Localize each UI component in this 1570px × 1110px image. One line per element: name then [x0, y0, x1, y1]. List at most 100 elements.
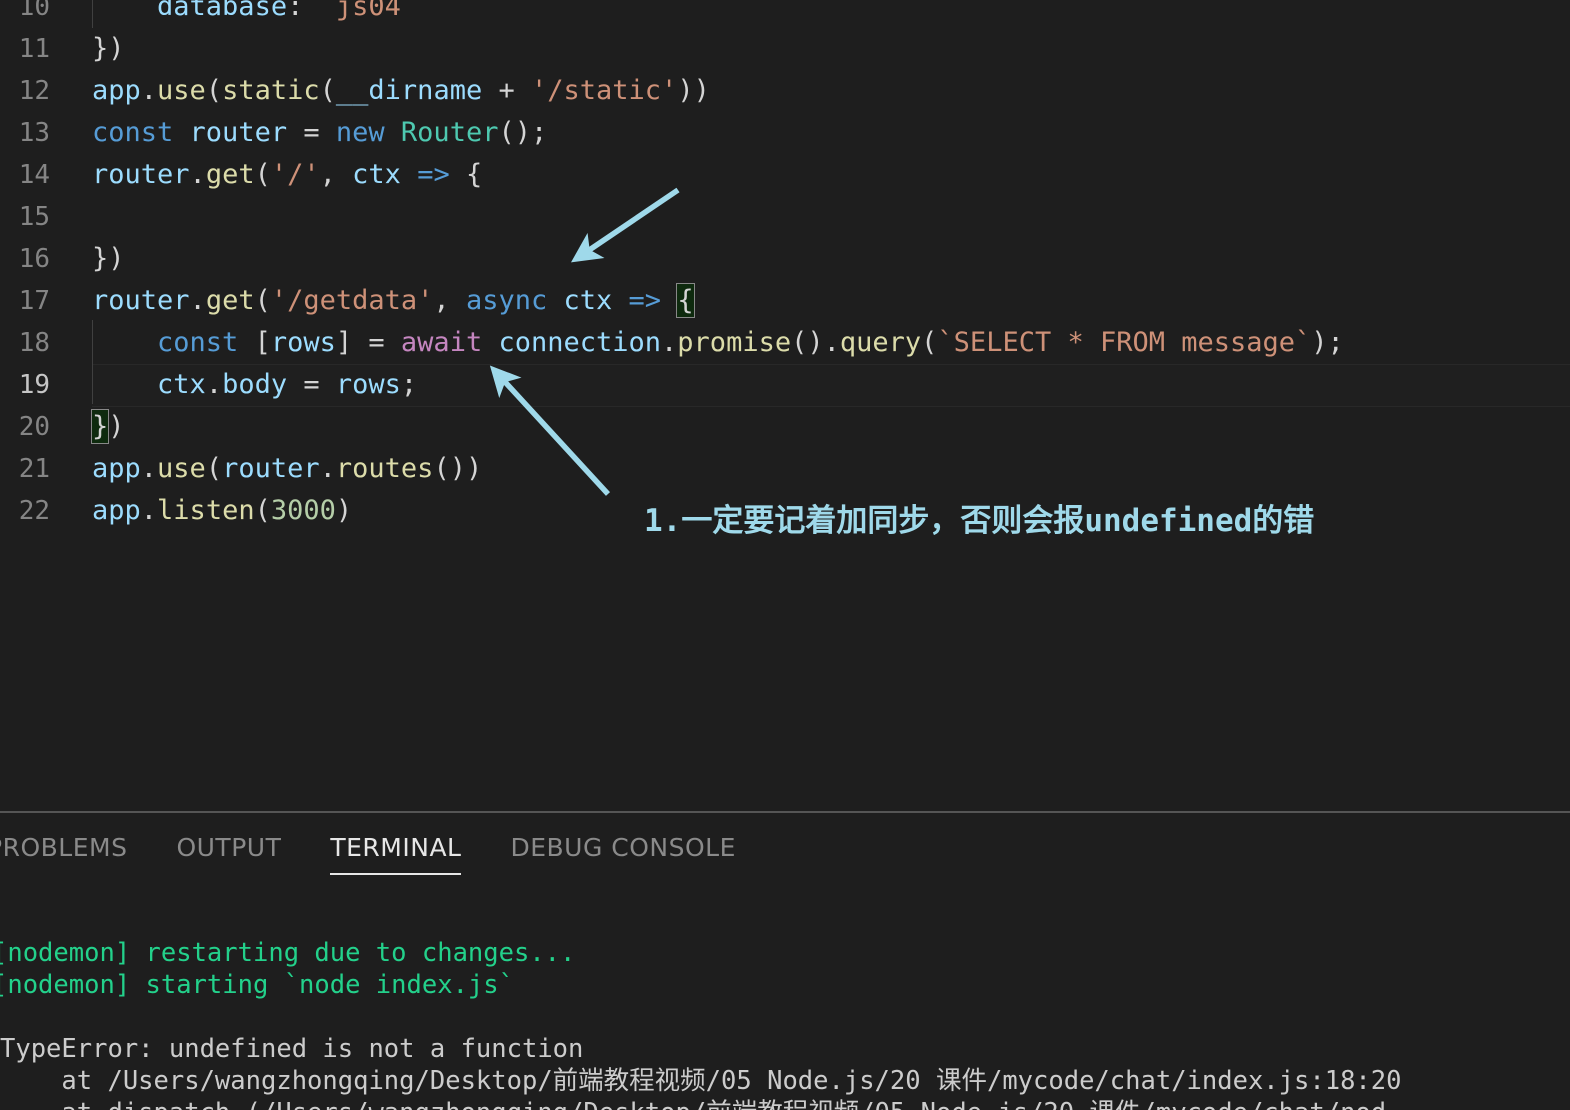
code-token: get: [205, 159, 255, 190]
code-token: router: [92, 159, 190, 190]
code-line[interactable]: 18 const [rows] = await connection.promi…: [0, 322, 1570, 364]
terminal-line: [nodemon] restarting due to changes...: [0, 938, 576, 968]
code-token: query: [839, 327, 922, 358]
code-token: .: [205, 369, 223, 400]
panel-tab-terminal[interactable]: TERMINAL: [330, 813, 462, 883]
code-token: .: [140, 75, 158, 106]
panel-tab-output[interactable]: OUTPUT: [176, 813, 281, 883]
code-token: .: [319, 453, 336, 484]
code-line-content: app.listen(3000): [92, 490, 352, 532]
terminal-line: at /Users/wangzhongqing/Desktop/前端教程视频/0…: [0, 1066, 1402, 1096]
code-line[interactable]: 12 app.use(static(__dirname + '/static')): [0, 70, 1570, 112]
code-token: }): [92, 33, 125, 64]
code-token: `SELECT * FROM message`: [937, 327, 1312, 358]
code-token: const: [157, 327, 239, 358]
code-token: rows: [270, 327, 336, 358]
code-token: );: [1311, 327, 1344, 358]
code-token: routes: [335, 453, 434, 484]
code-token: body: [222, 369, 288, 400]
code-token: =: [287, 117, 336, 148]
code-line[interactable]: 21 app.use(router.routes()): [0, 448, 1570, 490]
code-line-content: app.use(router.routes()): [92, 448, 482, 490]
code-token: =: [352, 327, 401, 358]
bottom-panel[interactable]: PROBLEMS OUTPUT TERMINAL DEBUG CONSOLE [nod…: [0, 811, 1570, 1110]
code-token: ,: [433, 285, 466, 316]
code-token: :: [287, 0, 320, 22]
code-line-content: }): [92, 28, 125, 70]
line-number: 10: [18, 0, 50, 22]
code-line[interactable]: 13 const router = new Router();: [0, 112, 1570, 154]
code-token: [: [254, 327, 271, 358]
code-token: ): [335, 495, 353, 526]
line-number: 20: [18, 412, 50, 442]
code-line-content: router.get('/getdata', async ctx => {: [92, 280, 695, 322]
code-token: =>: [628, 285, 662, 316]
code-token: app: [92, 453, 141, 484]
code-line[interactable]: 22 app.listen(3000): [0, 490, 1570, 532]
line-number: 16: [18, 244, 50, 274]
code-token: const: [92, 117, 174, 148]
code-line[interactable]: 17 router.get('/getdata', async ctx => {: [0, 280, 1570, 322]
code-token: '/getdata': [270, 285, 434, 316]
code-line[interactable]: 14 router.get('/', ctx => {: [0, 154, 1570, 196]
code-token: .: [140, 495, 158, 526]
code-token: promise: [677, 327, 792, 358]
code-token: .: [189, 159, 206, 190]
code-token: +: [482, 75, 531, 106]
code-token: use: [157, 75, 206, 106]
code-token: listen: [157, 495, 255, 526]
code-token: ctx: [563, 285, 613, 316]
code-line-content: router.get('/', ctx => {: [92, 154, 482, 196]
code-line[interactable]: 15: [0, 196, 1570, 238]
code-token: router: [189, 117, 288, 148]
code-line[interactable]: 11}): [0, 28, 1570, 70]
code-token: new: [335, 117, 385, 148]
code-token: ctx: [157, 369, 206, 400]
code-token: '/': [270, 159, 320, 190]
code-token: ;: [400, 369, 418, 400]
code-line[interactable]: 19 ctx.body = rows;: [0, 364, 1570, 407]
code-token: connection: [498, 327, 662, 358]
code-token: }: [90, 409, 110, 444]
code-lines-container[interactable]: 10 database: `js04` 11}) 12 app.use(static(…: [0, 0, 1570, 532]
code-token: router: [92, 285, 190, 316]
panel-tab-problems[interactable]: PROBLEMS: [0, 813, 127, 883]
code-token: Router: [400, 117, 499, 148]
code-line-content: }): [92, 238, 125, 280]
code-line-content: database: `js04`: [92, 0, 417, 28]
panel-tab-bar[interactable]: PROBLEMS OUTPUT TERMINAL DEBUG CONSOLE: [0, 813, 1570, 883]
code-token: .: [189, 285, 206, 316]
code-token: (: [254, 495, 271, 526]
code-token: ctx: [352, 159, 401, 190]
code-editor[interactable]: 10 database: `js04` 11}) 12 app.use(static(…: [0, 0, 1570, 811]
code-token: {: [676, 283, 695, 318]
code-token: database: [157, 0, 288, 22]
code-token: `js04`: [319, 0, 418, 22]
code-token: 3000: [270, 495, 336, 526]
code-line[interactable]: 16}): [0, 238, 1570, 280]
code-line[interactable]: 20}): [0, 406, 1570, 448]
code-line[interactable]: 10 database: `js04`: [0, 0, 1570, 28]
line-number: 21: [18, 454, 50, 484]
panel-tab-debug-console[interactable]: DEBUG CONSOLE: [510, 813, 735, 883]
code-token: ();: [498, 117, 548, 148]
code-token: (: [205, 75, 223, 106]
code-line-content: ctx.body = rows;: [92, 364, 417, 406]
line-number: 12: [18, 76, 50, 106]
terminal-line: TypeError: undefined is not a function: [0, 1034, 584, 1064]
terminal-output[interactable]: [nodemon] restarting due to changes... [n…: [0, 905, 1570, 1110]
code-token: app: [92, 495, 141, 526]
code-token: ,: [319, 159, 353, 190]
code-token: (: [205, 453, 223, 484]
code-token: }): [92, 243, 125, 274]
code-line-content: app.use(static(__dirname + '/static')): [92, 70, 710, 112]
code-token: (: [921, 327, 938, 358]
